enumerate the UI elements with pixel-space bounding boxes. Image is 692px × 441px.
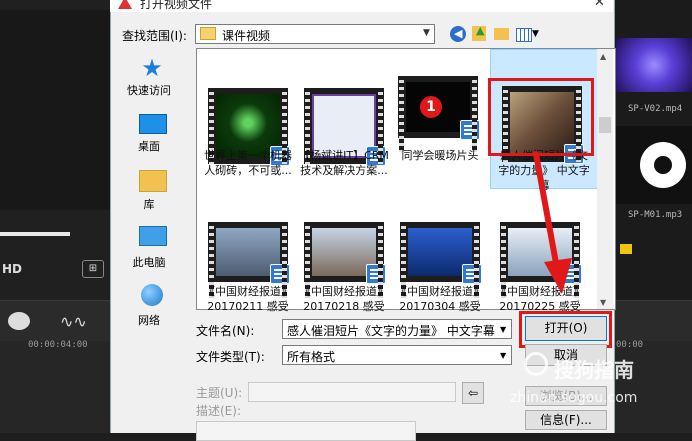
- back-arrow-glyph: ◀: [454, 27, 463, 40]
- video-file-icon: [460, 120, 480, 140]
- video-thumbnail: [400, 222, 482, 298]
- file-name: 同学会暖场片头: [401, 149, 479, 162]
- place-this-pc[interactable]: 此电脑: [119, 226, 179, 270]
- number-badge-icon: 1: [420, 96, 442, 118]
- folder-icon: [200, 27, 216, 40]
- media-label-1: SP-V02.mp4: [628, 104, 683, 114]
- file-name: 世界上第一个机器人砌砖，不可或...: [204, 149, 292, 177]
- video-thumbnail: 1: [398, 76, 480, 152]
- library-icon: [139, 170, 167, 192]
- watermark-brand: 搜狗指南: [554, 358, 634, 382]
- video-thumbnail: [304, 222, 386, 298]
- scroll-down-icon[interactable]: ▼: [600, 298, 606, 307]
- scrollbar-thumb[interactable]: [599, 117, 611, 133]
- fullscreen-icon[interactable]: ⊞: [82, 260, 104, 278]
- dialog-title: 打开视频文件: [140, 0, 213, 11]
- network-icon: [141, 284, 163, 306]
- audio-wave-icon[interactable]: ∿∿: [60, 312, 87, 331]
- file-name: 【杨斌讲IT】CRM技术及解决方案...: [299, 149, 389, 177]
- scroll-up-icon[interactable]: ▲: [600, 52, 606, 61]
- video-file-icon: [366, 264, 386, 284]
- file-item[interactable]: 世界上第一个机器人砌砖，不可或...: [202, 88, 294, 183]
- view-menu-icon[interactable]: [516, 28, 532, 42]
- description-label: 描述(E):: [196, 404, 241, 418]
- place-desktop[interactable]: 桌面: [119, 114, 179, 156]
- place-label: 库: [143, 198, 155, 211]
- description-field: [196, 421, 416, 441]
- file-name: 《中国财经报道》20170218 感受: [300, 285, 388, 313]
- star-icon: ★: [141, 54, 163, 82]
- music-disc-icon: [640, 142, 686, 188]
- hd-label: HD: [2, 262, 23, 276]
- file-name: 《中国财经报道》20170211 感受: [204, 285, 292, 313]
- new-folder-icon[interactable]: [494, 28, 509, 40]
- sogou-logo-icon: [524, 352, 548, 376]
- filetype-chevron-icon[interactable]: ▼: [500, 351, 506, 360]
- place-network[interactable]: 网络: [119, 284, 179, 328]
- media-thumb-video[interactable]: [616, 38, 692, 92]
- video-file-icon: [462, 264, 482, 284]
- place-quick-access[interactable]: ★ 快速访问: [119, 56, 179, 100]
- timeline-timecode-right: 00:00: [616, 340, 644, 350]
- computer-icon: [139, 226, 167, 246]
- subject-field: [248, 382, 456, 402]
- info-button[interactable]: 信息(F)...: [525, 410, 607, 430]
- lookin-value: 课件视频: [222, 29, 271, 43]
- place-label: 桌面: [138, 140, 160, 153]
- filename-chevron-icon[interactable]: ▼: [500, 325, 506, 334]
- media-label-2: SP-M01.mp3: [628, 210, 683, 220]
- file-item[interactable]: 【杨斌讲IT】CRM技术及解决方案...: [298, 88, 390, 183]
- file-item[interactable]: 《中国财经报道》20170211 感受: [202, 222, 294, 313]
- filetype-value: 所有格式: [287, 350, 336, 364]
- annotation-arrow: [533, 151, 572, 294]
- file-list-scrollbar[interactable]: [597, 49, 613, 309]
- place-library[interactable]: 库: [119, 170, 179, 212]
- highlight-box-open-button: [519, 311, 612, 348]
- place-label: 此电脑: [132, 256, 166, 269]
- file-item[interactable]: 《中国财经报道》20170218 感受: [298, 222, 390, 313]
- place-label: 快速访问: [127, 84, 171, 97]
- place-label: 网络: [138, 314, 160, 327]
- timeline-timecode: 00:00:04:00: [28, 340, 88, 350]
- view-menu-chevron-icon[interactable]: ▼: [532, 29, 539, 39]
- filename-value: 感人催泪短片《文字的力量》 中文字幕: [287, 324, 495, 338]
- editor-progress-bar[interactable]: [0, 232, 70, 236]
- close-icon[interactable]: ✕: [594, 0, 605, 10]
- file-item[interactable]: 《中国财经报道》20170304 感受: [394, 222, 486, 313]
- video-file-icon: [270, 264, 290, 284]
- file-name: 《中国财经报道》20170304 感受: [396, 285, 484, 313]
- filename-label: 文件名(N):: [196, 324, 255, 338]
- highlight-box-selected-file: [488, 78, 594, 156]
- desktop-icon: [139, 114, 167, 134]
- file-item[interactable]: 1 同学会暖场片头: [394, 76, 486, 171]
- chevron-down-icon[interactable]: ▼: [423, 28, 430, 38]
- record-icon[interactable]: [8, 312, 30, 330]
- video-thumbnail: [208, 222, 290, 298]
- media-tag-icon: [620, 244, 632, 254]
- filetype-label: 文件类型(T):: [196, 350, 265, 364]
- back-arrow-button[interactable]: ⇦: [462, 382, 484, 404]
- editor-preview-area: [0, 10, 110, 210]
- up-arrow-glyph: ▲: [476, 24, 485, 37]
- watermark-url: zhinan.sogou.com: [510, 390, 638, 406]
- subject-label: 主题(U):: [196, 386, 243, 400]
- lookin-label: 查找范围(I):: [122, 29, 187, 43]
